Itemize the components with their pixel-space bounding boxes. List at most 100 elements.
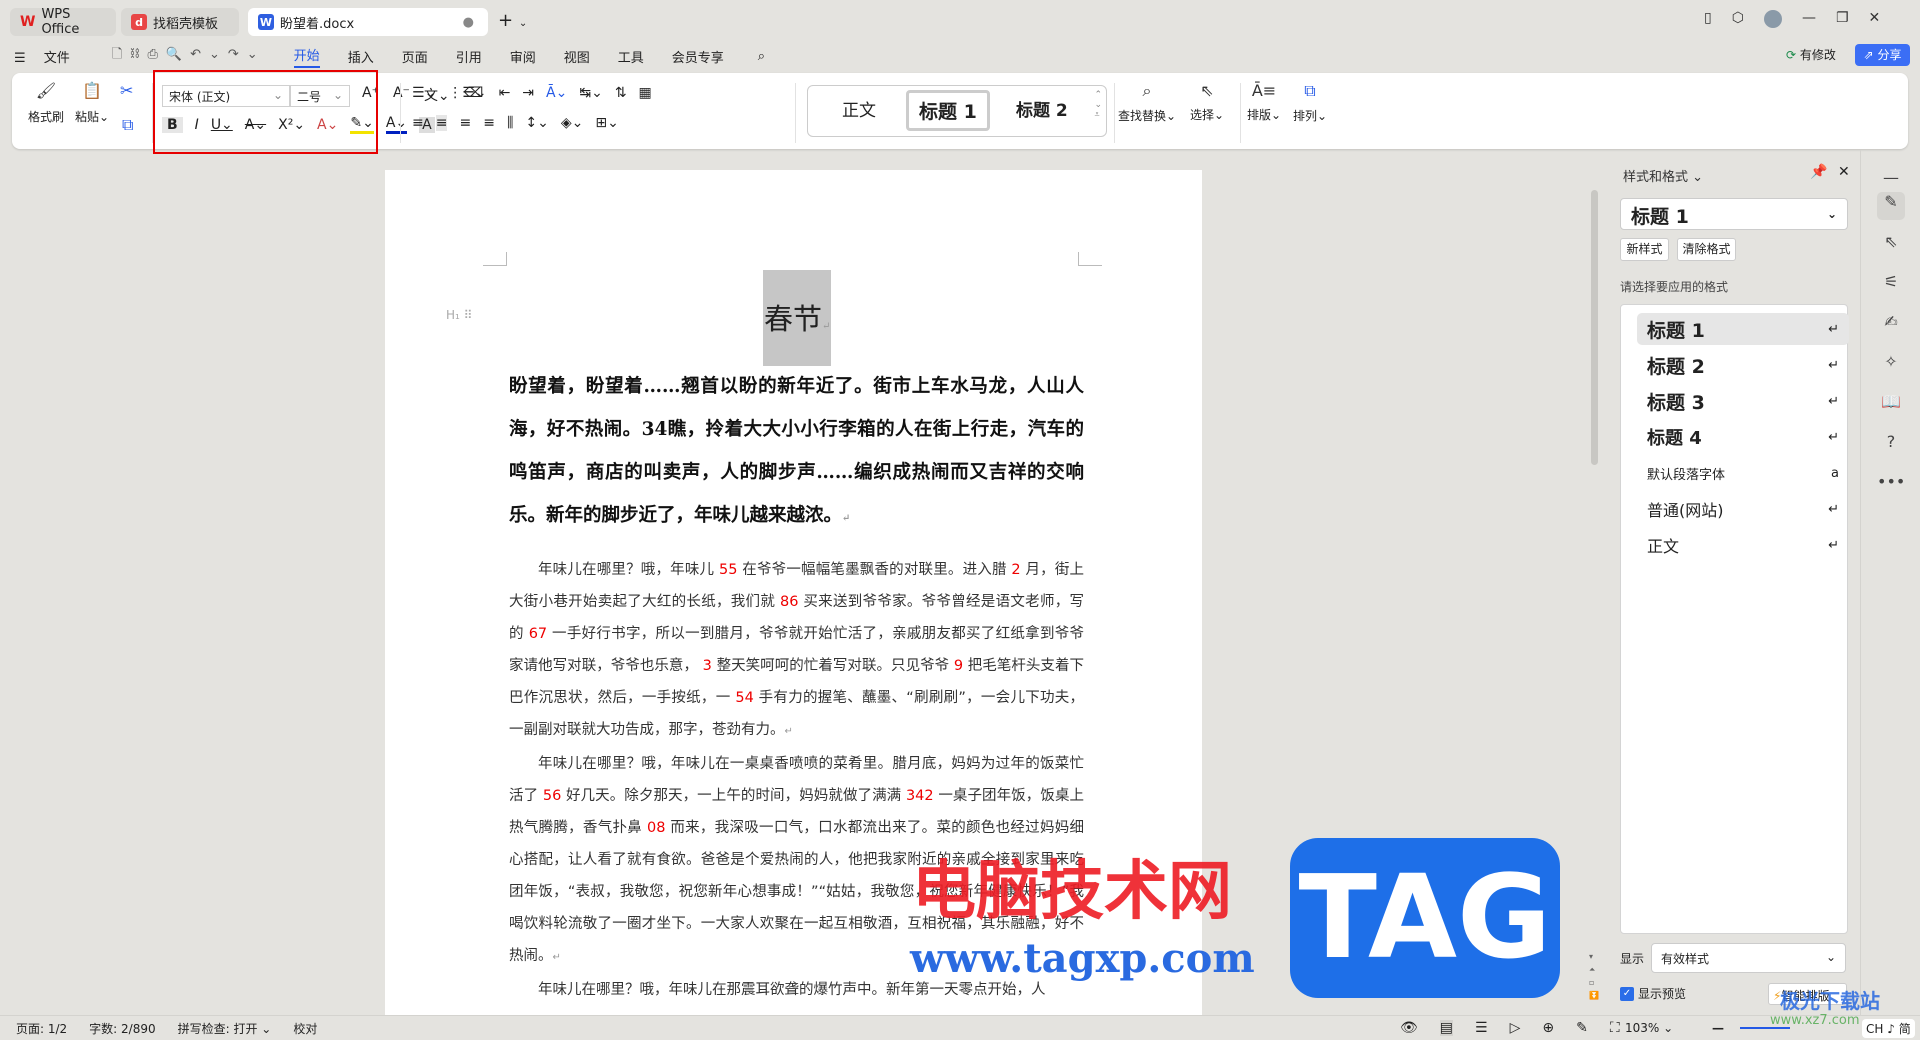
style-item-heading2[interactable]: 标题 2 ↵ — [1637, 349, 1849, 381]
proofread-button[interactable]: 校对 — [293, 1020, 317, 1037]
zoom-slider[interactable] — [1740, 1027, 1790, 1029]
font-color-button[interactable]: A⌄ — [385, 115, 408, 134]
adjust-icon[interactable]: ⚟ — [1877, 272, 1905, 300]
tab-document[interactable]: W 盼望着.docx ● — [248, 8, 488, 36]
book-search-icon[interactable]: 📖 — [1877, 392, 1905, 420]
help-icon[interactable]: ? — [1877, 432, 1905, 460]
style-item-heading3[interactable]: 标题 3 ↵ — [1637, 385, 1849, 417]
ime-indicator[interactable]: CH ♪ 简 — [1862, 1019, 1915, 1038]
select-cursor-icon[interactable]: ⇖ — [1877, 232, 1905, 260]
zoom-level[interactable]: 103% ⌄ — [1625, 1021, 1673, 1035]
tab-wps-office[interactable]: W WPS Office — [10, 7, 116, 37]
align-right-icon[interactable]: ≡ — [459, 115, 471, 131]
style-heading1[interactable]: 标题 1 — [906, 90, 990, 131]
tab-template[interactable]: d 找稻壳模板 — [121, 8, 239, 36]
line-break-icon[interactable]: ↹⌄ — [579, 85, 602, 101]
avatar[interactable] — [1763, 10, 1782, 28]
page-nav-icons[interactable]: ▾ ⏶ ▫ ⏬ — [1589, 950, 1599, 1002]
new-tab-button[interactable]: + ⌄ — [498, 10, 527, 31]
body-text[interactable]: 年味儿在哪里？哦，年味儿 55 在爷爷一幅幅笔墨飘香的对联里。进入腊 2 月，街… — [509, 554, 1084, 1006]
show-filter-select[interactable]: 有效样式 ⌄ — [1651, 943, 1846, 973]
file-menu[interactable]: ☰ 文件 — [14, 47, 84, 66]
layout-button[interactable]: Ā≡ 排版⌄ — [1242, 81, 1286, 123]
restore-button[interactable]: ❐ — [1836, 10, 1849, 28]
align-left-icon[interactable]: ≡ — [412, 115, 424, 131]
word-count[interactable]: 字数: 2/890 — [89, 1020, 155, 1037]
tab-review[interactable]: 审阅 — [510, 47, 536, 66]
search-icon[interactable]: ⌕ — [758, 49, 765, 64]
sort-icon[interactable]: ⇅ — [615, 85, 627, 101]
minimize-button[interactable]: — — [1802, 10, 1816, 28]
fit-icon[interactable]: ⛶ — [1610, 1020, 1620, 1036]
select-button[interactable]: ⇖ 选择⌄ — [1182, 81, 1232, 123]
format-painter-button[interactable]: 🖌 格式刷 — [26, 81, 66, 125]
tools-icon[interactable]: ✧ — [1877, 352, 1905, 380]
shrink-font-icon[interactable]: A⁻ — [393, 85, 410, 105]
lead-paragraph[interactable]: 盼望着，盼望着……翘首以盼的新年近了。街市上车水马龙，人山人海，好不热闹。34瞧… — [509, 365, 1084, 540]
close-panel-icon[interactable]: ✕ — [1838, 164, 1850, 180]
find-replace-button[interactable]: ⌕ 查找替换⌄ — [1112, 81, 1182, 124]
cube-icon[interactable]: ⬡ — [1732, 10, 1744, 28]
quick-access-icons[interactable]: 🗋⛓⎙🔍↶⌄↷⌄ — [112, 45, 266, 67]
cut-icon[interactable]: ✂ — [120, 81, 133, 100]
tab-member[interactable]: 会员专享 — [672, 47, 724, 66]
vertical-scrollbar[interactable]: ▾ ⏶ ▫ ⏬ — [1588, 150, 1600, 1015]
page-count[interactable]: 页面: 1/2 — [16, 1020, 67, 1037]
modified-status[interactable]: ⟳ 有修改 — [1786, 46, 1836, 63]
align-center-icon[interactable]: ≡ — [435, 115, 448, 131]
document-heading[interactable]: 春节↵ — [763, 270, 831, 366]
smart-layout-button[interactable]: ⚡智能排版 — [1768, 983, 1847, 1005]
style-item-heading4[interactable]: 标题 4 ↵ — [1637, 421, 1849, 453]
style-item-web[interactable]: 普通(网站) ↵ — [1637, 493, 1849, 525]
increase-indent-icon[interactable]: ⇥ — [522, 85, 534, 101]
share-button[interactable]: ⇗ 分享 — [1855, 44, 1910, 66]
outline-view-icon[interactable]: ☰ — [1475, 1020, 1488, 1036]
ai-write-icon[interactable]: ✍ — [1877, 312, 1905, 340]
distribute-icon[interactable]: ⫼ — [507, 115, 513, 131]
page-view-icon[interactable]: ▤ — [1439, 1020, 1454, 1036]
style-item-default-font[interactable]: 默认段落字体 a — [1637, 457, 1849, 489]
panel-title[interactable]: 样式和格式 ⌄ — [1623, 166, 1703, 185]
numbered-list-icon[interactable]: ⋮☰⌄ — [448, 85, 486, 101]
new-style-button[interactable]: 新样式 — [1620, 238, 1669, 261]
web-view-icon[interactable]: ⊕ — [1542, 1020, 1554, 1036]
more-icon[interactable]: ••• — [1877, 472, 1905, 500]
style-normal[interactable]: 正文 — [842, 96, 876, 121]
scroll-thumb[interactable] — [1591, 190, 1598, 465]
style-item-heading1[interactable]: 标题 1 ↵ — [1637, 313, 1849, 345]
border-icon[interactable]: ⊞⌄ — [595, 115, 618, 131]
read-mode-icon[interactable]: 👁 — [1400, 1020, 1418, 1036]
decrease-indent-icon[interactable]: ⇤ — [499, 85, 511, 101]
pen-icon[interactable]: ✎ — [1576, 1020, 1588, 1036]
tab-tools[interactable]: 工具 — [618, 47, 644, 66]
arrange-button[interactable]: ⧉ 排列⌄ — [1288, 81, 1332, 124]
zoom-out-button[interactable]: — — [1712, 1021, 1724, 1035]
close-button[interactable]: ✕ — [1869, 10, 1881, 28]
tab-insert[interactable]: 插入 — [348, 47, 374, 66]
table-icon[interactable]: ▦ — [639, 85, 652, 101]
show-preview-checkbox[interactable]: ✓ 显示预览 — [1620, 985, 1686, 1002]
mobile-icon[interactable]: ▯ — [1704, 10, 1712, 28]
pin-icon[interactable]: 📌 — [1810, 164, 1827, 180]
clear-format-button[interactable]: 清除格式 — [1677, 238, 1736, 261]
heading-level-handle-icon[interactable]: H₁ ⠿ — [446, 308, 472, 322]
text-direction-icon[interactable]: Ā⌄ — [546, 85, 567, 101]
current-style-select[interactable]: 标题 1 ⌄ — [1620, 198, 1848, 230]
justify-icon[interactable]: ≡ — [483, 115, 495, 131]
copy-icon[interactable]: ⧉ — [122, 115, 133, 135]
style-item-normal[interactable]: 正文 ↵ — [1637, 529, 1849, 561]
style-heading2[interactable]: 标题 2 — [1016, 96, 1068, 121]
shading-icon[interactable]: ◈⌄ — [561, 115, 584, 131]
tab-page[interactable]: 页面 — [402, 47, 428, 66]
line-spacing-icon[interactable]: ↕⌄ — [525, 115, 548, 131]
tab-references[interactable]: 引用 — [456, 47, 482, 66]
paste-button[interactable]: 📋 粘贴⌄ — [72, 81, 112, 125]
gallery-scroll-icon[interactable]: ⌃ ⌄ ⩡ — [1094, 90, 1102, 120]
tab-home[interactable]: 开始 — [293, 45, 320, 68]
spell-check-toggle[interactable]: 拼写检查: 打开 ⌄ — [178, 1020, 272, 1037]
style-pen-icon[interactable]: ✎ — [1877, 192, 1905, 220]
share-label: 分享 — [1877, 48, 1902, 62]
tab-view[interactable]: 视图 — [564, 47, 590, 66]
play-icon[interactable]: ▷ — [1510, 1020, 1521, 1036]
bullet-list-icon[interactable]: ☰⌄ — [412, 85, 436, 101]
